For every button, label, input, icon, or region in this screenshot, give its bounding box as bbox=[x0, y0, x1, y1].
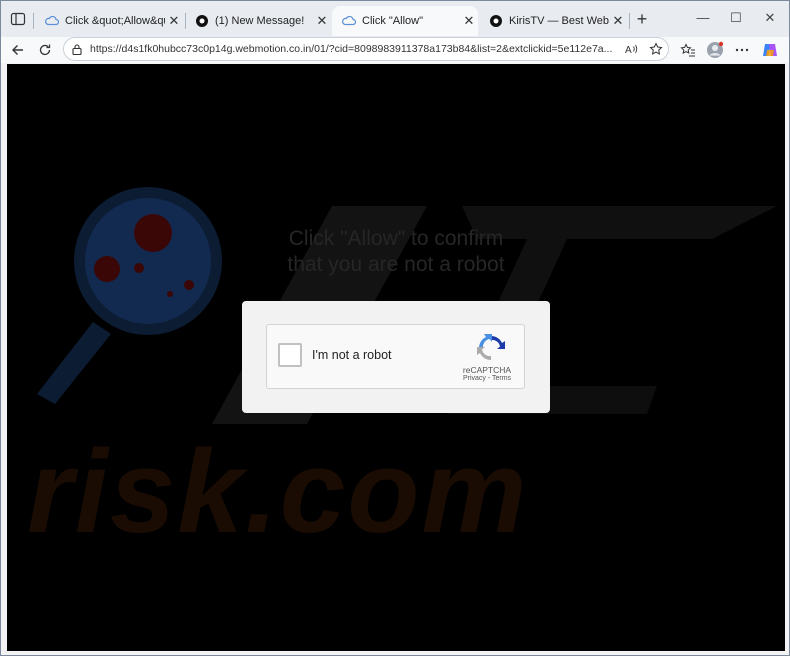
terms-link[interactable]: Terms bbox=[492, 375, 511, 382]
page-headline-line2: that you are not a robot bbox=[287, 253, 505, 276]
new-tab-icon[interactable]: + bbox=[633, 10, 651, 28]
captcha-panel: I'm not a robot reCAPTCHA Privacy - Term… bbox=[242, 301, 550, 413]
close-icon[interactable]: ✕ bbox=[313, 13, 331, 29]
refresh-icon[interactable] bbox=[36, 41, 54, 59]
tab-3-active[interactable]: Click "Allow" ✕ bbox=[332, 6, 478, 36]
tab-1[interactable]: Click &quot;Allow&quot; ✕ bbox=[35, 6, 183, 36]
close-icon[interactable]: ✕ bbox=[609, 13, 627, 29]
browser-window: Click &quot;Allow&quot; ✕ (1) New Messag… bbox=[0, 0, 790, 656]
tab-2[interactable]: (1) New Message! ✕ bbox=[185, 6, 331, 36]
recaptcha-label: I'm not a robot bbox=[312, 348, 392, 362]
recaptcha-checkbox[interactable] bbox=[278, 343, 302, 367]
tab-separator bbox=[33, 13, 34, 29]
recaptcha-links: Privacy - Terms bbox=[452, 375, 522, 382]
svg-text:A: A bbox=[625, 45, 632, 56]
close-icon[interactable]: ✕ bbox=[165, 13, 183, 29]
privacy-link[interactable]: Privacy bbox=[463, 375, 486, 382]
tab-title: Click "Allow" bbox=[362, 15, 423, 27]
recaptcha-logo-icon bbox=[474, 333, 508, 363]
cloud-icon bbox=[45, 14, 59, 28]
address-bar[interactable]: https://d4s1fk0hubcc73c0p14g.webmotion.c… bbox=[63, 37, 669, 61]
window-close-icon[interactable]: ✕ bbox=[758, 10, 782, 26]
tab-title: KirisTV — Best Website To bbox=[509, 15, 609, 27]
tab-separator bbox=[629, 13, 630, 29]
favorites-icon[interactable] bbox=[679, 41, 697, 59]
circle-badge-icon bbox=[195, 14, 209, 28]
more-options-icon[interactable] bbox=[733, 41, 751, 59]
page-headline-line1: Click "Allow" to confirm bbox=[288, 227, 504, 250]
recaptcha-widget: I'm not a robot reCAPTCHA Privacy - Term… bbox=[266, 324, 525, 389]
page-viewport: risk.com Click "Allow" to confirm that y… bbox=[7, 64, 785, 651]
tab-4[interactable]: KirisTV — Best Website To ✕ bbox=[479, 6, 627, 36]
tab-title: (1) New Message! bbox=[215, 15, 305, 27]
read-aloud-icon[interactable]: A bbox=[625, 42, 639, 61]
maximize-icon[interactable]: ☐ bbox=[724, 10, 748, 26]
copilot-icon[interactable] bbox=[761, 41, 779, 59]
browser-toolbar: https://d4s1fk0hubcc73c0p14g.webmotion.c… bbox=[1, 37, 789, 63]
favorite-star-icon[interactable] bbox=[649, 42, 663, 61]
cloud-icon bbox=[342, 14, 356, 28]
minimize-icon[interactable]: — bbox=[691, 10, 715, 25]
watermark-text: risk.com bbox=[27, 426, 529, 558]
back-arrow-icon[interactable] bbox=[9, 41, 27, 59]
circle-badge-icon bbox=[489, 14, 503, 28]
profile-avatar-icon[interactable] bbox=[706, 41, 724, 59]
url-text: https://d4s1fk0hubcc73c0p14g.webmotion.c… bbox=[90, 43, 613, 55]
tab-title: Click &quot;Allow&quot; bbox=[65, 15, 165, 27]
lock-icon[interactable] bbox=[71, 43, 83, 61]
recaptcha-brand: reCAPTCHA bbox=[462, 365, 512, 375]
close-icon[interactable]: ✕ bbox=[460, 13, 478, 29]
tab-strip: Click &quot;Allow&quot; ✕ (1) New Messag… bbox=[1, 1, 789, 37]
tab-actions-icon[interactable] bbox=[9, 10, 27, 28]
